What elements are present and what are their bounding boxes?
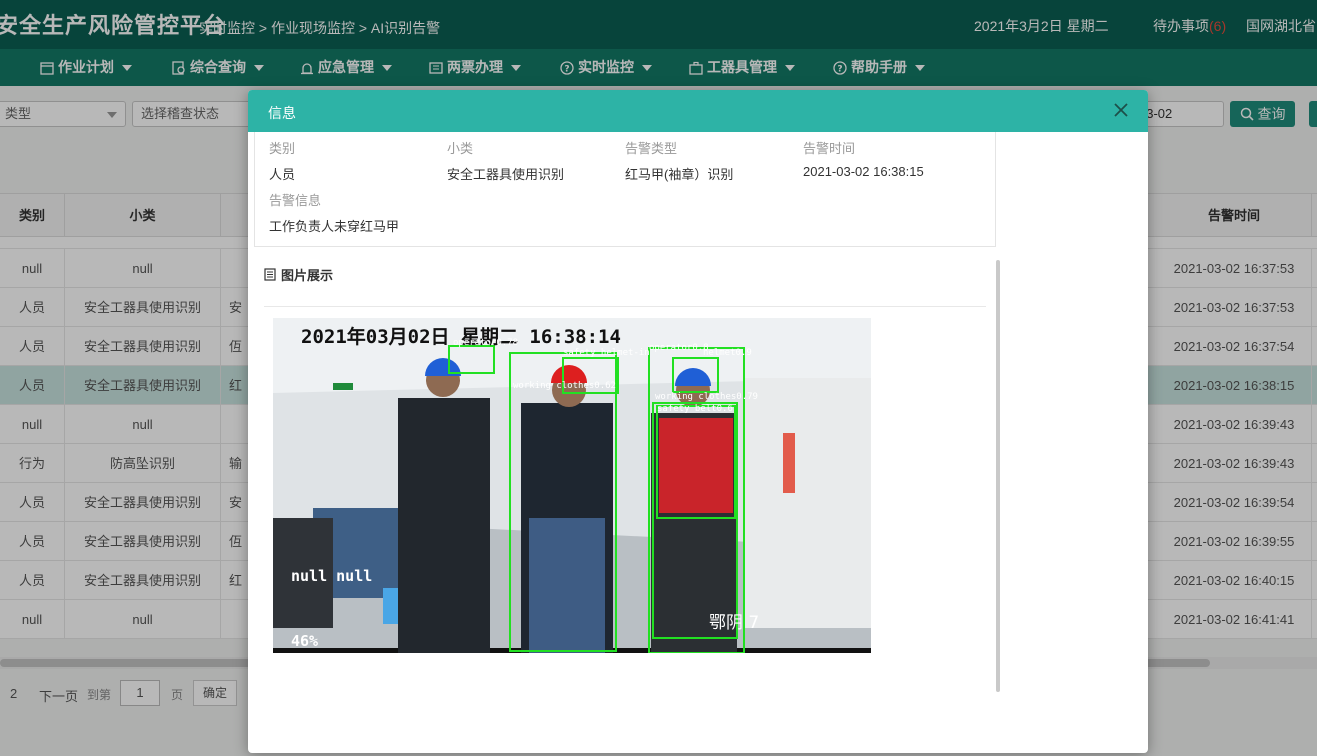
value-subclass: 安全工器具使用识别: [447, 167, 565, 182]
close-icon[interactable]: [1110, 99, 1132, 121]
label-alarm-type: 告警类型: [625, 141, 678, 156]
det-label: safety belt0.6: [657, 404, 733, 414]
photo-percent: 46%: [291, 632, 318, 650]
det-label: safety helmet-in: [563, 348, 650, 358]
det-label: working clothes0.62: [513, 381, 616, 391]
alarm-info-box: 类别 小类 告警类型 告警时间 人员 安全工器具使用识别 红马甲(袖章）识别 2…: [254, 132, 996, 247]
photo-scene: 2021年03月02日 星期二 16:38:14 operator0.78 sa…: [273, 318, 871, 653]
label-alarm-info: 告警信息: [269, 193, 322, 208]
label-subclass: 小类: [447, 141, 474, 156]
det-label: working clothes0.79: [655, 392, 758, 402]
value-category: 人员: [269, 167, 296, 182]
modal-scrollbar[interactable]: [996, 260, 1000, 692]
value-alarm-type: 红马甲(袖章）识别: [625, 167, 734, 182]
picture-section-title: 图片展示: [264, 265, 333, 284]
label-category: 类别: [269, 141, 296, 156]
photo-corner-text: 鄂阴 7: [709, 613, 759, 633]
document-icon: [264, 268, 276, 281]
det-label: operator0.78: [453, 338, 518, 348]
picture-section-label: 图片展示: [281, 268, 334, 283]
modal-title: 信息: [268, 105, 296, 121]
section-divider: [264, 306, 986, 307]
photo-null-text: null null: [291, 567, 372, 585]
det-label: helmet0.9: [703, 348, 752, 358]
alarm-photo[interactable]: 2021年03月02日 星期二 16:38:14 operator0.78 sa…: [273, 318, 871, 653]
det-label: operator0.8: [649, 343, 709, 353]
value-alarm-info: 工作负责人未穿红马甲: [269, 219, 400, 234]
modal-header: 信息: [248, 90, 1148, 132]
value-alarm-time: 2021-03-02 16:38:15: [803, 164, 924, 179]
label-alarm-time: 告警时间: [803, 141, 856, 156]
info-modal: 信息 类别 小类 告警类型 告警时间 人员 安全工器具使用识别 红马甲(袖章）识…: [248, 90, 1148, 753]
